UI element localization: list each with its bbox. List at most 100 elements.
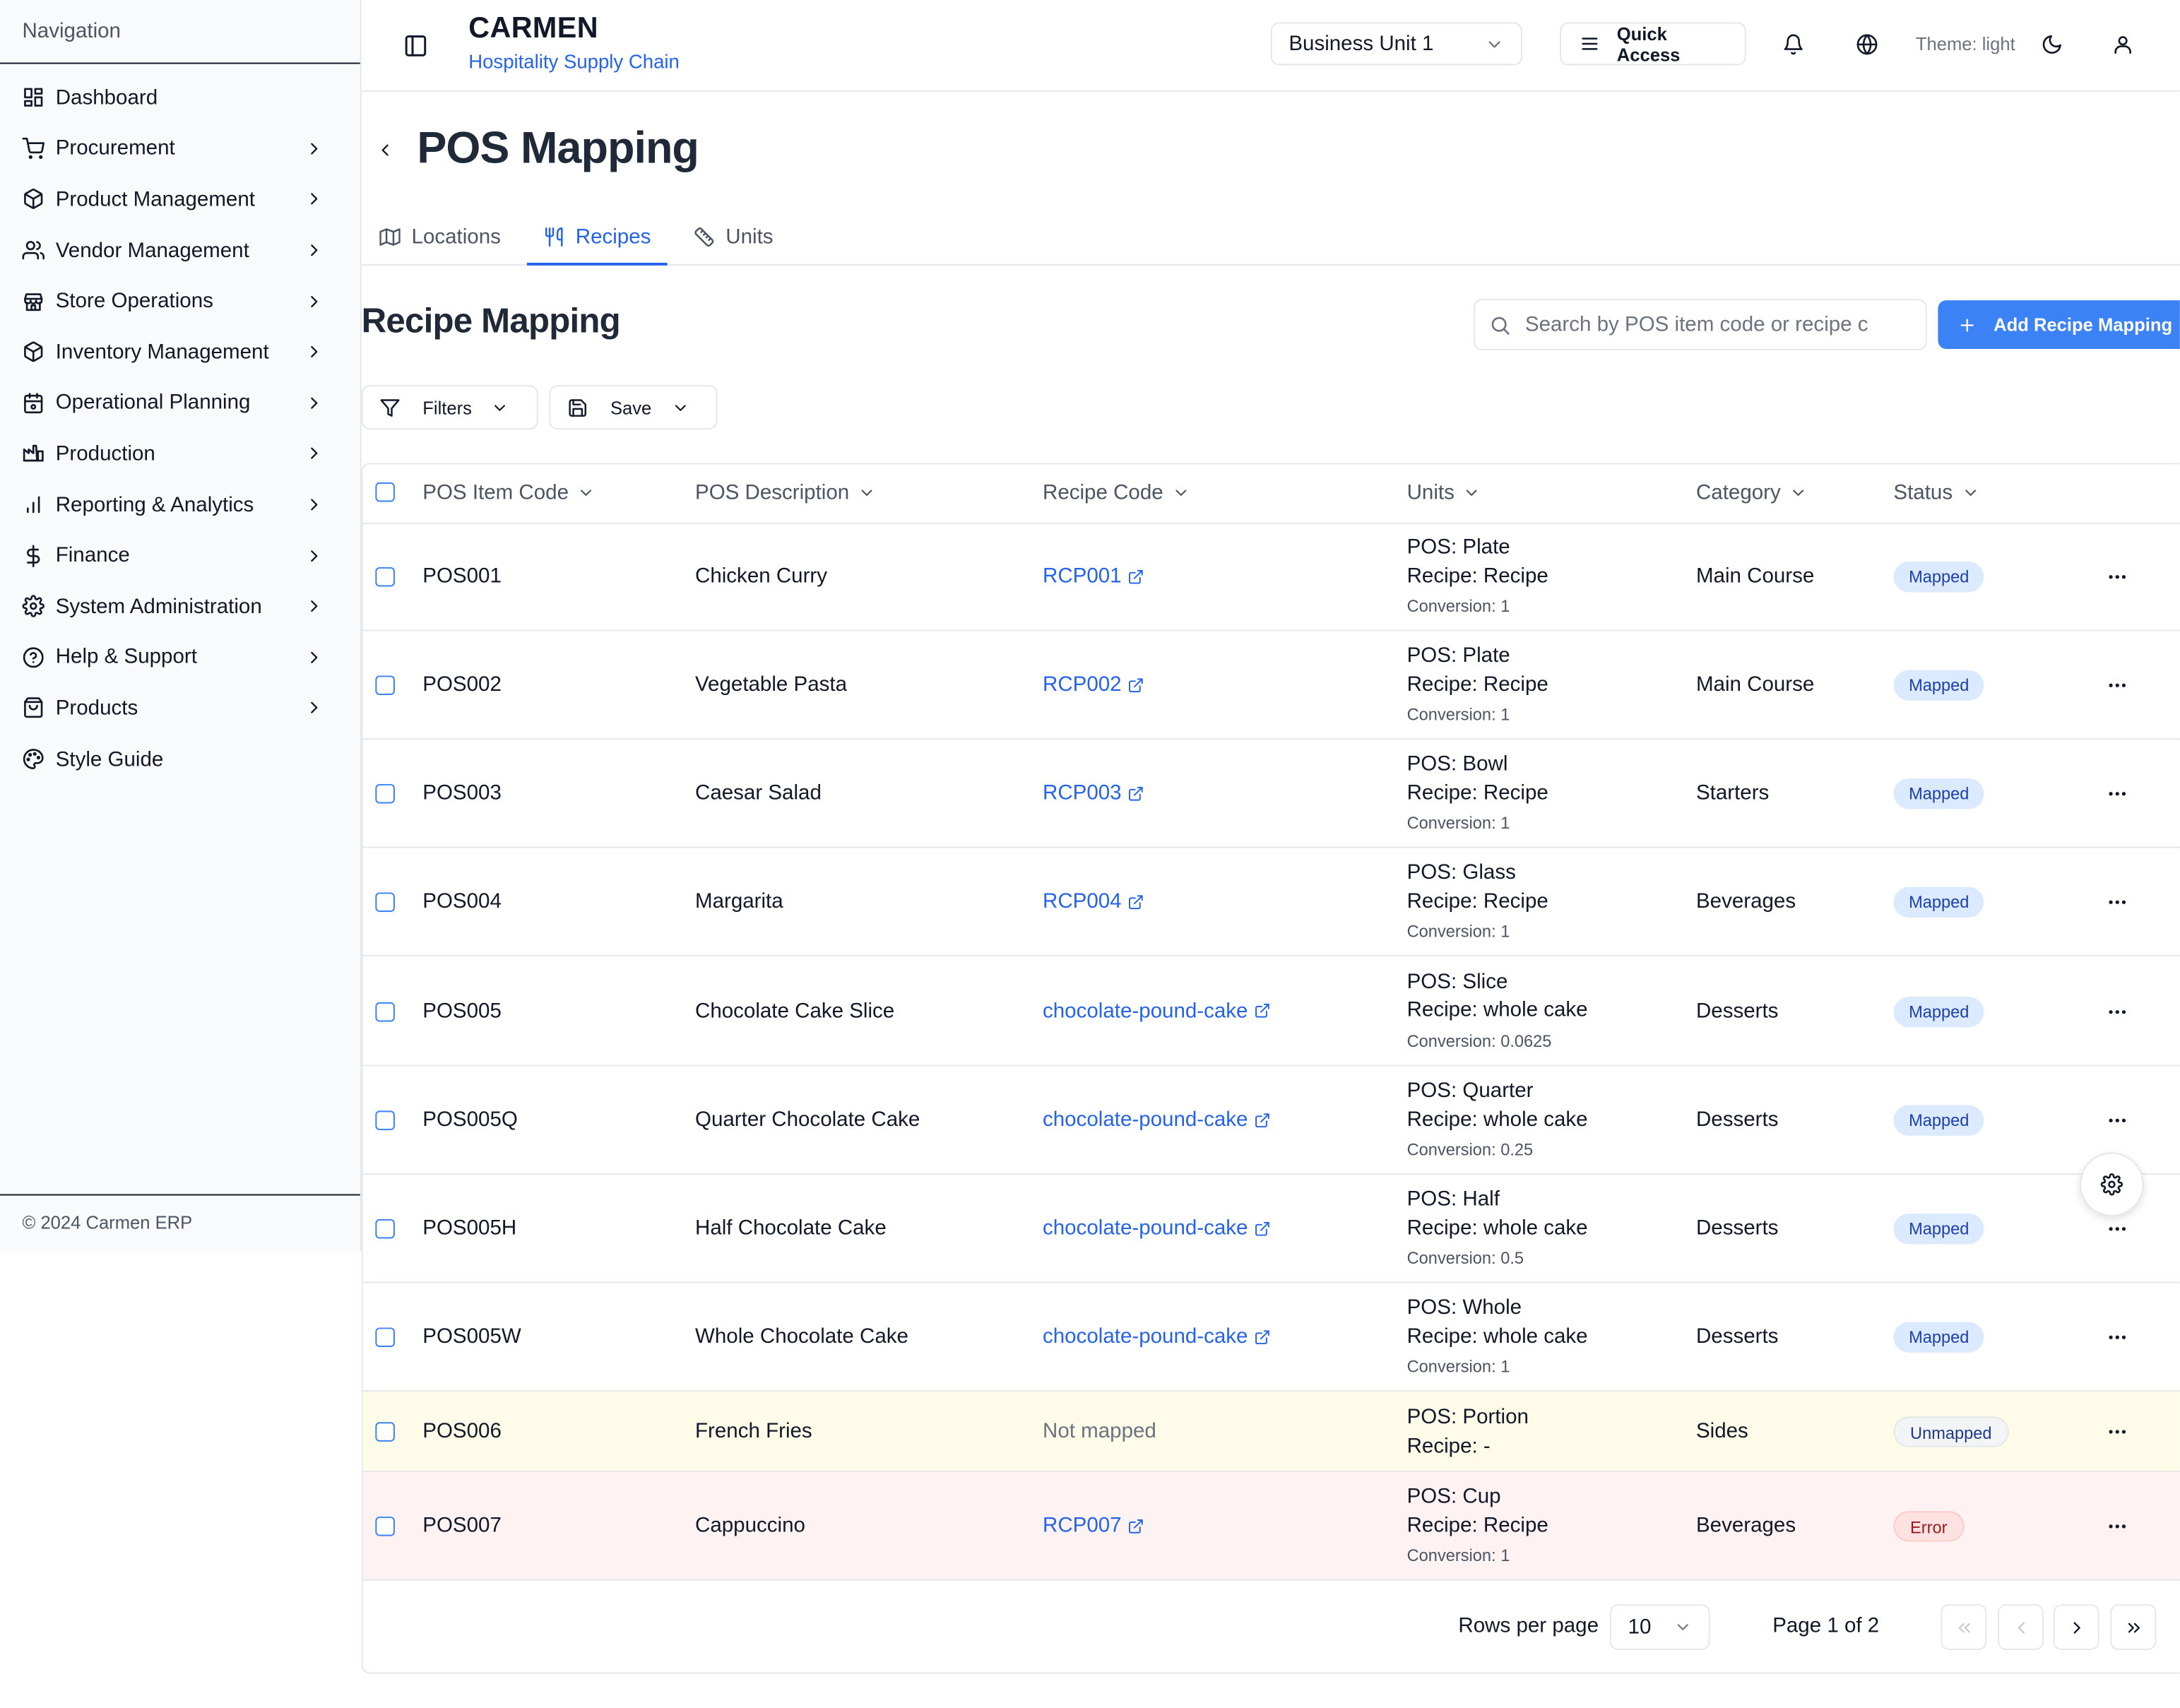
rows-per-page-select[interactable]: 10: [1609, 1604, 1710, 1651]
recipe-code-link[interactable]: chocolate-pound-cake: [1043, 999, 1270, 1022]
previous-page-button[interactable]: [1998, 1604, 2044, 1651]
table-row[interactable]: POS006 French Fries Not mapped POS: Portion…: [362, 1391, 2180, 1473]
gear-icon: [2100, 1173, 2123, 1196]
row-checkbox[interactable]: [375, 892, 395, 913]
more-actions-icon[interactable]: [2107, 1218, 2128, 1240]
bell-icon[interactable]: [1782, 33, 1804, 55]
tab-units[interactable]: Units: [694, 211, 774, 263]
table-row[interactable]: POS005 Chocolate Cake Slice chocolate-poun…: [362, 956, 2180, 1067]
search-input[interactable]: [1522, 311, 1876, 338]
last-page-button[interactable]: [2110, 1604, 2157, 1651]
more-actions-icon[interactable]: [2107, 1000, 2128, 1022]
recipe-code-link[interactable]: chocolate-pound-cake: [1043, 1216, 1270, 1240]
row-checkbox[interactable]: [375, 1327, 395, 1347]
store-icon: [22, 290, 55, 312]
business-unit-select[interactable]: Business Unit 1: [1270, 22, 1522, 66]
column-header-pos-item-code[interactable]: POS Item Code: [422, 481, 595, 504]
pos-item-code: POS005: [422, 999, 502, 1023]
sidebar-item-inventory-management[interactable]: Inventory Management: [0, 326, 360, 377]
user-icon[interactable]: [2111, 33, 2133, 55]
sidebar-item-vendor-management[interactable]: Vendor Management: [0, 225, 360, 275]
pos-unit-line: POS: Slice: [1407, 968, 1588, 997]
ruler-icon: [694, 227, 725, 248]
table-row[interactable]: POS005W Whole Chocolate Cake chocolate-pou…: [362, 1283, 2180, 1392]
filters-button[interactable]: Filters: [361, 385, 538, 430]
chevron-right-icon: [2066, 1618, 2086, 1637]
select-all-checkbox[interactable]: [375, 482, 395, 502]
pos-item-code: POS005H: [422, 1216, 517, 1240]
sidebar-item-store-operations[interactable]: Store Operations: [0, 275, 360, 326]
save-button[interactable]: Save: [549, 385, 718, 430]
sidebar-item-finance[interactable]: Finance: [0, 530, 360, 581]
row-checkbox[interactable]: [375, 783, 395, 804]
recipe-code-link[interactable]: chocolate-pound-cake: [1043, 1325, 1270, 1348]
sidebar-item-help-support[interactable]: Help & Support: [0, 632, 360, 683]
first-page-button[interactable]: [1941, 1604, 1987, 1651]
recipe-code-link[interactable]: RCP002: [1043, 673, 1144, 696]
sidebar-item-system-administration[interactable]: System Administration: [0, 581, 360, 632]
back-arrow-icon[interactable]: [375, 141, 395, 160]
table-row[interactable]: POS007 Cappuccino RCP007 POS: Cup Recipe: Re…: [362, 1472, 2180, 1581]
search-box[interactable]: [1474, 299, 1927, 350]
recipe-code-link[interactable]: RCP007: [1043, 1514, 1144, 1538]
sidebar-item-label: Product Management: [55, 187, 255, 212]
pos-unit: Half: [1462, 1187, 1500, 1211]
row-checkbox[interactable]: [375, 1517, 395, 1536]
table-row[interactable]: POS004 Margarita RCP004 POS: Glass Recipe: R…: [362, 848, 2180, 956]
more-actions-icon[interactable]: [2107, 1421, 2128, 1442]
pos-item-code: POS005W: [422, 1324, 521, 1348]
column-header-units[interactable]: Units: [1407, 481, 1481, 504]
table-row[interactable]: POS005H Half Chocolate Cake chocolate-poun…: [362, 1175, 2180, 1283]
more-actions-icon[interactable]: [2107, 1515, 2128, 1537]
table-row[interactable]: POS001 Chicken Curry RCP001 POS: Plate Recip…: [362, 523, 2180, 631]
more-actions-icon[interactable]: [2107, 1326, 2128, 1348]
recipe-code-link[interactable]: RCP003: [1043, 781, 1144, 805]
table-row[interactable]: POS003 Caesar Salad RCP003 POS: Bowl Recipe:…: [362, 740, 2180, 848]
sidebar-item-dashboard[interactable]: Dashboard: [0, 72, 360, 123]
more-actions-icon[interactable]: [2107, 891, 2128, 913]
column-header-recipe-code[interactable]: Recipe Code: [1043, 481, 1190, 504]
row-checkbox[interactable]: [375, 1110, 395, 1130]
next-page-button[interactable]: [2053, 1604, 2099, 1651]
table-row[interactable]: POS005Q Quarter Chocolate Cake chocolate-p…: [362, 1066, 2180, 1175]
recipe-unit-label: Recipe:: [1406, 1216, 1478, 1240]
recipe-code-link[interactable]: RCP001: [1043, 564, 1144, 588]
column-header-category[interactable]: Category: [1696, 481, 1807, 504]
globe-icon[interactable]: [1856, 33, 1878, 55]
row-checkbox[interactable]: [375, 1001, 395, 1021]
tab-locations[interactable]: Locations: [379, 211, 501, 263]
column-header-pos-description[interactable]: POS Description: [695, 481, 876, 504]
brand-name: CARMEN: [468, 12, 598, 45]
moon-icon[interactable]: [2041, 33, 2063, 55]
column-header-status[interactable]: Status: [1893, 481, 1979, 504]
row-checkbox[interactable]: [375, 1422, 395, 1442]
sidebar-item-product-management[interactable]: Product Management: [0, 174, 360, 225]
more-actions-icon[interactable]: [2107, 674, 2128, 696]
external-link-icon: [1122, 676, 1144, 693]
quick-access-button[interactable]: Quick Access: [1560, 22, 1746, 66]
column-label: Units: [1406, 480, 1455, 505]
table-row[interactable]: POS002 Vegetable Pasta RCP002 POS: Plate Rec…: [362, 631, 2180, 740]
add-recipe-mapping-button[interactable]: Add Recipe Mapping: [1938, 300, 2180, 349]
more-actions-icon[interactable]: [2107, 1109, 2128, 1131]
brand[interactable]: CARMEN Hospitality Supply Chain: [468, 13, 680, 73]
recipe-code-link[interactable]: chocolate-pound-cake: [1043, 1108, 1270, 1132]
row-checkbox[interactable]: [375, 1218, 395, 1239]
sidebar-item-procurement[interactable]: Procurement: [0, 123, 360, 174]
settings-fab[interactable]: [2080, 1152, 2144, 1216]
sidebar-item-style-guide[interactable]: Style Guide: [0, 734, 360, 785]
sidebar-toggle-icon[interactable]: [403, 33, 428, 58]
row-checkbox[interactable]: [375, 567, 395, 587]
sidebar-item-products[interactable]: Products: [0, 683, 360, 734]
sidebar-item-operational-planning[interactable]: Operational Planning: [0, 377, 360, 428]
pos-unit-line: POS: Portion: [1407, 1404, 1529, 1433]
row-checkbox[interactable]: [375, 675, 395, 695]
sidebar-item-production[interactable]: Production: [0, 428, 360, 479]
more-actions-icon[interactable]: [2107, 566, 2128, 588]
tab-recipes[interactable]: Recipes: [526, 211, 668, 266]
sidebar-item-reporting-analytics[interactable]: Reporting & Analytics: [0, 479, 360, 530]
more-actions-icon[interactable]: [2107, 783, 2128, 805]
recipe-unit-line: Recipe: whole cake: [1407, 1214, 1588, 1243]
recipe-code-link[interactable]: RCP004: [1043, 890, 1144, 913]
category: Beverages: [1695, 889, 1796, 913]
